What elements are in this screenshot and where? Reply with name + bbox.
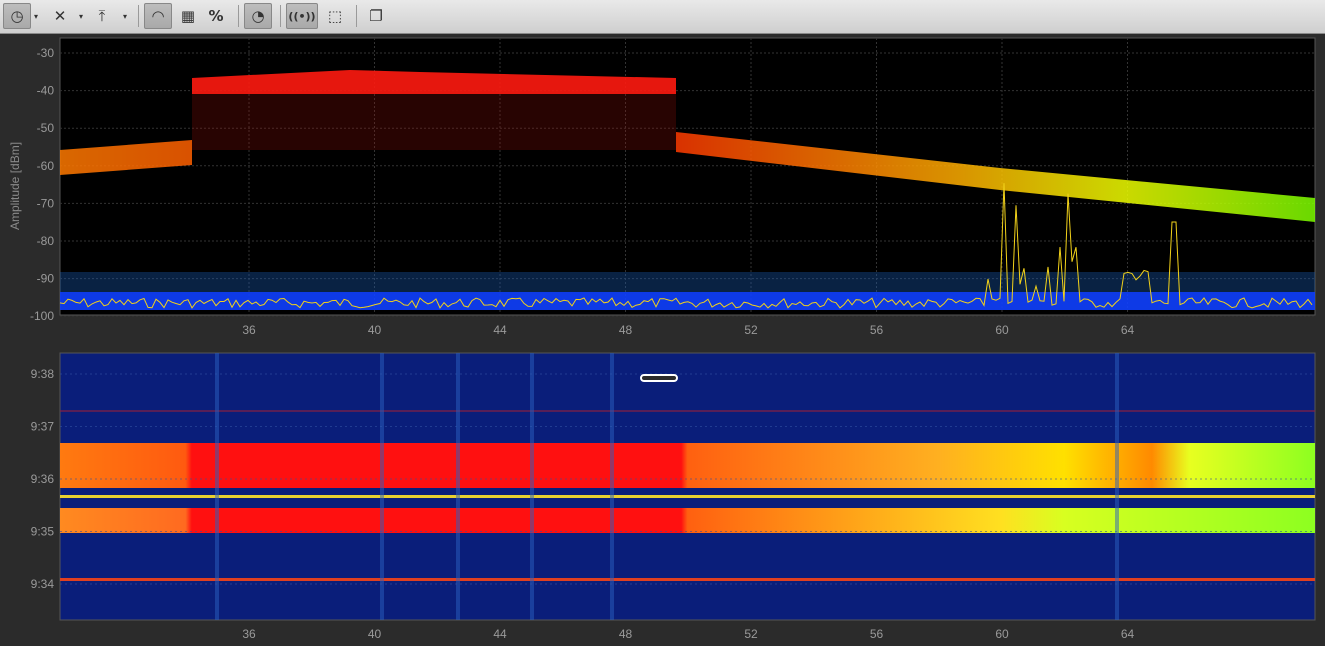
toolbar-separator bbox=[280, 5, 281, 27]
percent-button[interactable]: % bbox=[204, 3, 228, 29]
spectrum-x-tick: 48 bbox=[619, 323, 633, 337]
peak-hold-dropdown-icon[interactable]: ▾ bbox=[120, 3, 130, 29]
waterfall-y-tick: 9:36 bbox=[31, 472, 55, 486]
selection-icon: ⬚ bbox=[327, 7, 343, 25]
peak-hold-button[interactable]: ⤒ bbox=[90, 3, 114, 29]
waterfall-x-tick: 52 bbox=[744, 627, 758, 641]
waterfall-x-tick: 48 bbox=[619, 627, 633, 641]
waterfall-x-tick: 60 bbox=[995, 627, 1009, 641]
spectrum-y-tick: -70 bbox=[37, 196, 55, 210]
gauge-button[interactable]: ◠ bbox=[144, 3, 172, 29]
noise-floor-glow bbox=[60, 272, 1315, 292]
waterfall-band-lower bbox=[60, 508, 1315, 533]
spectrum-y-tick: -50 bbox=[37, 121, 55, 135]
waterfall-streak bbox=[380, 353, 384, 620]
selection-button[interactable]: ⬚ bbox=[322, 3, 348, 29]
waterfall-line-faint bbox=[60, 410, 1315, 412]
waterfall-x-tick: 36 bbox=[242, 627, 256, 641]
wifi-icon: ◔ bbox=[251, 7, 265, 25]
peak-hold-icon: ⤒ bbox=[98, 7, 106, 25]
density-button[interactable]: ▦ bbox=[176, 3, 200, 29]
clear-dropdown-icon[interactable]: ▾ bbox=[76, 3, 86, 29]
spectrum-ylabel: Amplitude [dBm] bbox=[8, 142, 22, 230]
window-button[interactable]: ❐ bbox=[364, 3, 388, 29]
spectrum-x-tick: 36 bbox=[242, 323, 256, 337]
percent-icon: % bbox=[208, 7, 224, 25]
spectrum-x-tick: 40 bbox=[368, 323, 382, 337]
spectrum-y-tick: -30 bbox=[37, 46, 55, 60]
band-noise bbox=[192, 94, 676, 150]
wifi-button[interactable]: ◔ bbox=[244, 3, 272, 29]
clock-dropdown-icon[interactable]: ▾ bbox=[31, 3, 41, 29]
waterfall-y-tick: 9:37 bbox=[31, 420, 55, 434]
spectrum-x-ticks: 36 40 44 48 52 56 60 64 bbox=[242, 323, 1134, 337]
panel-splitter-handle[interactable] bbox=[640, 374, 678, 382]
clock-button[interactable]: ◷ bbox=[3, 3, 31, 29]
spectrum-y-tick: -100 bbox=[30, 309, 54, 323]
spectrum-chart[interactable]: -30 -40 -50 -60 -70 -80 -90 -100 36 40 44 48 52 56 60… bbox=[0, 35, 1325, 646]
waterfall-streak bbox=[1115, 353, 1119, 620]
waterfall-streak bbox=[456, 353, 460, 620]
density-icon: ▦ bbox=[180, 7, 196, 25]
gauge-icon: ◠ bbox=[151, 7, 165, 25]
waterfall-y-tick: 9:35 bbox=[31, 525, 55, 539]
clear-icon: ✕ bbox=[53, 7, 67, 25]
waterfall-y-ticks: 9:38 9:37 9:36 9:35 9:34 bbox=[31, 367, 55, 591]
spectrum-y-tick: -90 bbox=[37, 272, 55, 286]
clock-icon: ◷ bbox=[10, 7, 24, 25]
toolbar-separator bbox=[356, 5, 357, 27]
spectrum-y-tick: -60 bbox=[37, 159, 55, 173]
toolbar-separator bbox=[138, 5, 139, 27]
spectrum-x-tick: 64 bbox=[1121, 323, 1135, 337]
waterfall-y-tick: 9:34 bbox=[31, 577, 55, 591]
waterfall-band-upper bbox=[60, 443, 1315, 488]
spectrum-x-tick: 60 bbox=[995, 323, 1009, 337]
spectrum-y-tick: -80 bbox=[37, 234, 55, 248]
broadcast-icon: ((•)) bbox=[288, 9, 316, 23]
waterfall-x-tick: 64 bbox=[1121, 627, 1135, 641]
window-icon: ❐ bbox=[369, 7, 383, 25]
waterfall-line-lower bbox=[60, 578, 1315, 581]
waterfall-y-tick: 9:38 bbox=[31, 367, 55, 381]
waterfall-x-ticks: 36 40 44 48 52 56 60 64 bbox=[242, 627, 1134, 641]
spectrum-y-ticks: -30 -40 -50 -60 -70 -80 -90 -100 bbox=[30, 46, 54, 323]
toolbar: ◷ ▾ ✕ ▾ ⤒ ▾ ◠ ▦ % ◔ ((•)) ⬚ ❐ bbox=[0, 0, 1325, 34]
clear-button[interactable]: ✕ bbox=[48, 3, 72, 29]
spectrum-panel: -30 -40 -50 -60 -70 -80 -90 -100 36 40 44 48 52 56 60… bbox=[0, 35, 1325, 646]
spectrum-x-tick: 44 bbox=[493, 323, 507, 337]
waterfall-x-tick: 40 bbox=[368, 627, 382, 641]
spectrum-x-tick: 56 bbox=[870, 323, 884, 337]
spectrum-y-tick: -40 bbox=[37, 84, 55, 98]
waterfall-streak bbox=[610, 353, 614, 620]
waterfall-streak bbox=[215, 353, 219, 620]
toolbar-separator bbox=[238, 5, 239, 27]
broadcast-button[interactable]: ((•)) bbox=[286, 3, 318, 29]
spectrum-x-tick: 52 bbox=[744, 323, 758, 337]
waterfall-x-tick: 44 bbox=[493, 627, 507, 641]
waterfall-line bbox=[60, 495, 1315, 498]
waterfall-streak bbox=[530, 353, 534, 620]
waterfall-x-tick: 56 bbox=[870, 627, 884, 641]
